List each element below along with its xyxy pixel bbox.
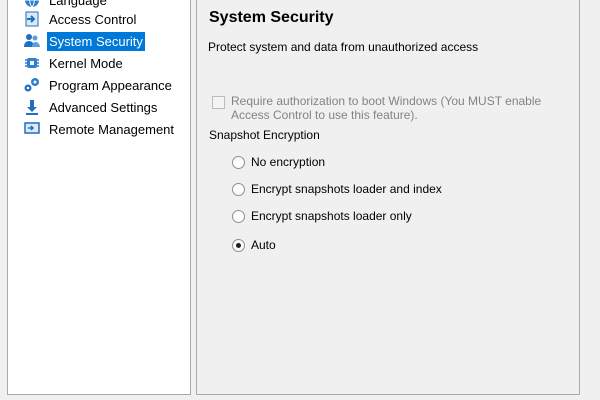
radio-button[interactable] [232, 182, 245, 196]
globe-icon [23, 0, 41, 9]
radio-label: No encryption [251, 155, 326, 169]
sidebar-item-kernel-mode[interactable]: Kernel Mode [23, 53, 125, 73]
radio-button[interactable] [232, 155, 245, 169]
radio-auto[interactable]: Auto [232, 238, 276, 252]
gears-icon [23, 76, 41, 94]
sidebar-item-label: Access Control [49, 11, 137, 27]
page-description: Protect system and data from unauthorize… [208, 40, 479, 54]
radio-label: Encrypt snapshots loader and index [251, 182, 442, 196]
radio-label: Encrypt snapshots loader only [251, 209, 412, 223]
page-title: System Security [209, 9, 334, 26]
sidebar-item-label: Remote Management [49, 121, 175, 137]
snapshot-encryption-label: Snapshot Encryption [209, 128, 320, 142]
sidebar-item-advanced-settings[interactable]: Advanced Settings [23, 97, 159, 117]
radio-button[interactable] [232, 238, 245, 252]
radio-encrypt-loader-only[interactable]: Encrypt snapshots loader only [232, 209, 412, 223]
sidebar-item-label: Program Appearance [49, 77, 172, 93]
sidebar-item-label: Kernel Mode [49, 55, 123, 71]
radio-encrypt-loader-index[interactable]: Encrypt snapshots loader and index [232, 182, 442, 196]
download-arrow-icon [23, 98, 41, 116]
sidebar-item-system-security[interactable]: System Security [23, 31, 145, 51]
sidebar-item-access-control[interactable]: Access Control [23, 9, 138, 29]
door-arrow-icon [23, 10, 41, 28]
settings-panel: System Security Protect system and data … [196, 0, 580, 395]
require-auth-option[interactable]: Require authorization to boot Windows (Y… [212, 94, 561, 122]
users-icon [23, 32, 41, 50]
chip-icon [23, 54, 41, 72]
sidebar-item-remote-management[interactable]: Remote Management [23, 119, 176, 139]
settings-nav-list: Language Access Control System Security … [7, 0, 191, 395]
require-auth-checkbox[interactable] [212, 96, 225, 109]
sidebar-item-program-appearance[interactable]: Program Appearance [23, 75, 174, 95]
radio-label: Auto [251, 238, 276, 252]
sidebar-item-label: System Security [47, 31, 145, 51]
monitor-icon [23, 120, 41, 138]
require-auth-label: Require authorization to boot Windows (Y… [231, 94, 542, 122]
radio-no-encryption[interactable]: No encryption [232, 155, 325, 169]
radio-button[interactable] [232, 209, 245, 223]
sidebar-item-label: Advanced Settings [49, 99, 158, 115]
